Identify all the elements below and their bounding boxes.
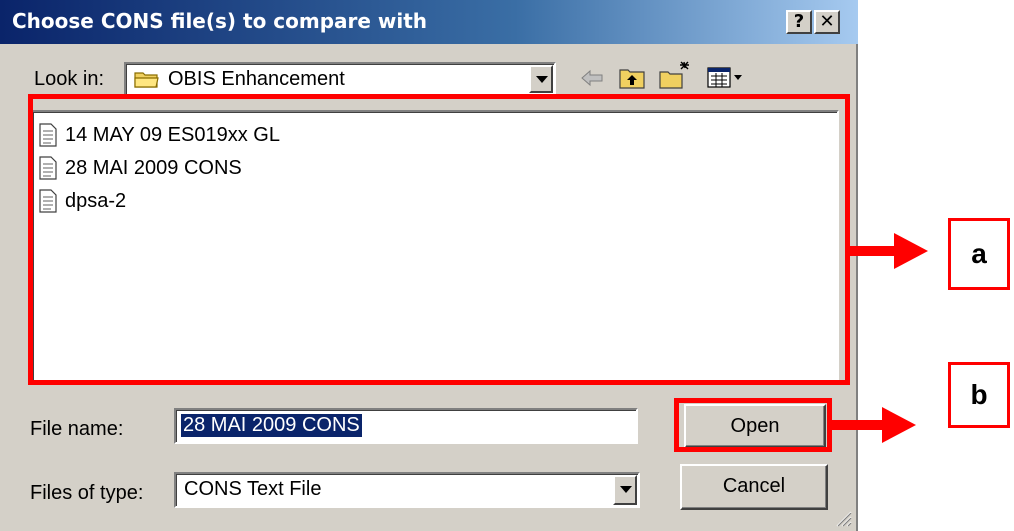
cancel-button[interactable]: Cancel <box>680 464 828 510</box>
annotation-arrow-b-icon <box>830 407 916 443</box>
files-of-type-value: CONS Text File <box>184 478 322 500</box>
annotation-label-b: b <box>948 362 1010 428</box>
look-in-label: Look in: <box>34 68 105 90</box>
window-title: Choose CONS file(s) to compare with <box>12 9 428 33</box>
files-of-type-label: Files of type: <box>30 482 144 504</box>
files-of-type-dropdown[interactable]: CONS Text File <box>174 472 640 508</box>
look-in-value: OBIS Enhancement <box>168 68 345 90</box>
file-name-input[interactable]: 28 MAI 2009 CONS <box>174 408 638 444</box>
help-button[interactable]: ? <box>786 10 812 34</box>
annotation-box-a <box>28 94 850 385</box>
title-bar[interactable]: Choose CONS file(s) to compare with ? ✕ <box>0 0 858 44</box>
look-in-dropdown[interactable]: OBIS Enhancement <box>124 62 556 96</box>
close-button[interactable]: ✕ <box>814 10 840 34</box>
view-menu-icon[interactable] <box>706 66 746 90</box>
annotation-box-b <box>674 398 832 452</box>
annotation-arrow-a-icon <box>846 233 928 269</box>
up-one-level-icon[interactable] <box>618 64 646 90</box>
file-name-value: 28 MAI 2009 CONS <box>181 414 362 437</box>
folder-icon <box>134 72 159 88</box>
back-arrow-icon[interactable] <box>578 66 606 90</box>
new-folder-icon[interactable] <box>658 60 692 90</box>
annotation-label-a: a <box>948 218 1010 290</box>
resize-grip-icon[interactable] <box>834 509 852 527</box>
files-of-type-dropdown-arrow[interactable] <box>613 475 637 505</box>
look-in-dropdown-arrow[interactable] <box>529 65 553 93</box>
file-name-label: File name: <box>30 418 124 440</box>
